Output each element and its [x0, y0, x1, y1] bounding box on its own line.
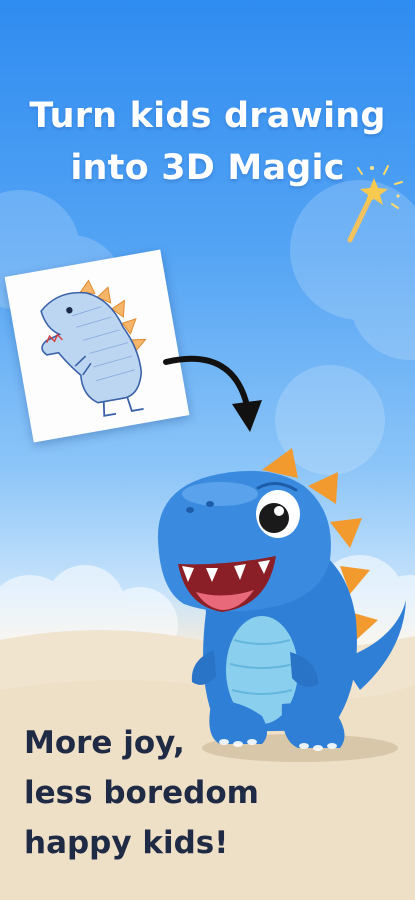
headline-line-2: into 3D Magic	[70, 148, 345, 188]
promo-screen: Turn kids drawing into 3D Magic More joy…	[0, 0, 415, 900]
tagline-line-3: happy kids!	[24, 825, 229, 861]
tagline: More joy, less boredom happy kids!	[24, 718, 364, 868]
kid-drawing-card	[4, 249, 190, 443]
tagline-line-1: More joy,	[24, 725, 185, 761]
tagline-line-2: less boredom	[24, 775, 259, 811]
headline-line-1: Turn kids drawing	[29, 96, 386, 136]
sketch-dino-image	[40, 279, 147, 417]
headline: Turn kids drawing into 3D Magic	[0, 90, 415, 194]
